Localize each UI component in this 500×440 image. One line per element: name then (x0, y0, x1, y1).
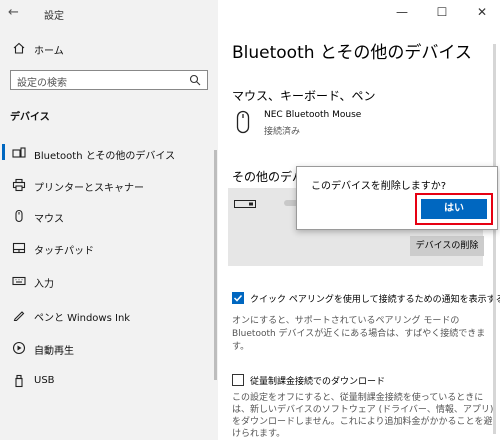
minimize-button[interactable]: — (392, 5, 412, 19)
back-button[interactable]: ← (8, 5, 28, 23)
sidebar-item-input[interactable]: 入力 (0, 268, 218, 294)
close-button[interactable]: ✕ (472, 5, 492, 19)
device-icon (234, 200, 256, 208)
checkbox-unchecked[interactable] (232, 374, 244, 386)
sidebar-item-mouse[interactable]: マウス (0, 203, 218, 229)
device-status: 接続済み (264, 127, 301, 137)
usb-icon (15, 374, 23, 388)
app-title: 設定 (44, 11, 64, 22)
sidebar-item-label: タッチパッド (34, 246, 94, 257)
quick-pairing-label: クイック ペアリングを使用して接続するための通知を表示する (250, 295, 500, 305)
quick-pairing-description: オンにすると、サポートされているペアリング モードの Bluetooth デバイ… (232, 316, 486, 352)
sidebar-item-pen[interactable]: ペンと Windows Ink (0, 302, 218, 328)
search-icon (189, 74, 201, 86)
sidebar-item-label: プリンターとスキャナー (34, 183, 144, 194)
section-heading-mouse-keyboard-pen: マウス、キーボード、ペン (232, 89, 376, 103)
pen-icon (13, 311, 25, 322)
main-scrollbar[interactable] (493, 44, 496, 434)
nav-home[interactable]: ホーム (0, 38, 218, 60)
remove-confirm-dialog: このデバイスを削除しますか? はい (296, 166, 498, 230)
printer-icon (12, 178, 26, 192)
highlight-frame: はい (415, 193, 493, 225)
section-label-devices: デバイス (10, 112, 50, 123)
maximize-button[interactable]: ☐ (432, 5, 452, 19)
yes-button[interactable]: はい (421, 199, 487, 219)
autoplay-icon (12, 341, 26, 355)
sidebar-item-touchpad[interactable]: タッチパッド (0, 235, 218, 261)
sidebar-item-usb[interactable]: USB (0, 368, 218, 394)
home-icon (13, 42, 25, 54)
device-name: NEC Bluetooth Mouse (264, 110, 362, 120)
sidebar-item-label: USB (34, 375, 55, 386)
metered-download-description: この設定をオフにすると、従量制課金接続を使っているときには、新しいデバイスのソフ… (232, 393, 494, 439)
sidebar-item-label: マウス (34, 214, 64, 225)
title-bar: ← 設定 (0, 0, 218, 28)
sidebar-item-label: 自動再生 (34, 346, 74, 357)
sidebar-item-label: Bluetooth とその他のデバイス (34, 151, 176, 162)
keyboard-icon (12, 276, 26, 286)
nav-home-label: ホーム (34, 46, 64, 57)
mouse-icon (236, 110, 250, 134)
dialog-message: このデバイスを削除しますか? (311, 181, 447, 192)
mouse-icon (15, 209, 23, 223)
active-indicator (2, 144, 5, 160)
page-title: Bluetooth とその他のデバイス (232, 43, 472, 63)
search-placeholder: 設定の検索 (17, 78, 67, 89)
section-heading-other-devices: その他のデバ (232, 170, 305, 184)
sidebar: ← 設定 ホーム 設定の検索 デバイス Bluetooth とその他のデバイス … (0, 0, 218, 440)
touchpad-icon (12, 242, 26, 254)
sidebar-item-bluetooth[interactable]: Bluetooth とその他のデバイス (0, 140, 218, 166)
sidebar-item-label: 入力 (34, 279, 54, 290)
checkbox-checked[interactable] (232, 292, 244, 304)
sidebar-item-label: ペンと Windows Ink (34, 313, 131, 324)
sidebar-item-autoplay[interactable]: 自動再生 (0, 335, 218, 361)
window-controls: — ☐ ✕ (380, 0, 500, 28)
metered-download-label: 従量制課金接続でのダウンロード (250, 377, 386, 387)
sidebar-scrollbar[interactable] (214, 150, 217, 380)
device-item-mouse[interactable]: NEC Bluetooth Mouse 接続済み (232, 108, 482, 144)
remove-device-button[interactable]: デバイスの削除 (410, 236, 484, 256)
bluetooth-devices-icon (12, 147, 26, 158)
search-input[interactable]: 設定の検索 (10, 70, 208, 90)
sidebar-item-printers[interactable]: プリンターとスキャナー (0, 172, 218, 198)
